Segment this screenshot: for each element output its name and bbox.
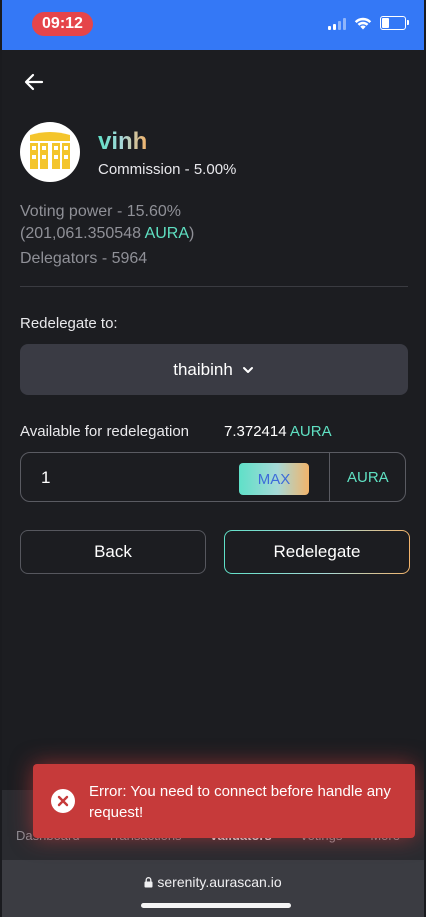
voting-power-value: (201,061.350548: [20, 225, 145, 242]
app-frame: 09:12 vinh Commission - 5.00% Voting pow…: [2, 0, 424, 917]
battery-icon: [380, 16, 409, 30]
voting-power-unit: AURA: [144, 225, 190, 242]
validator-select[interactable]: thaibinh: [20, 344, 408, 395]
voting-power-amount: (201,061.350548 AURA): [20, 225, 194, 243]
status-time: 09:12: [32, 12, 93, 36]
wifi-icon: [354, 17, 372, 30]
back-arrow-icon[interactable]: [22, 70, 46, 94]
available-value: 7.372414: [224, 423, 287, 440]
error-toast[interactable]: Error: You need to connect before handle…: [33, 764, 415, 838]
divider: [20, 286, 408, 287]
available-unit: AURA: [289, 423, 332, 440]
max-button[interactable]: MAX: [239, 463, 309, 495]
browser-url: serenity.aurascan.io: [2, 874, 424, 890]
voting-power-close: ): [189, 225, 195, 242]
back-button[interactable]: Back: [20, 530, 206, 574]
close-circle-icon: [51, 789, 75, 813]
amount-field: MAX AURA: [20, 452, 406, 502]
redelegate-to-label: Redelegate to:: [20, 315, 118, 332]
url-text: serenity.aurascan.io: [157, 874, 282, 890]
chevron-down-icon: [242, 366, 253, 373]
status-icons: [328, 16, 409, 30]
home-indicator: [141, 903, 291, 908]
selected-validator: thaibinh: [173, 359, 233, 379]
status-bar: 09:12: [2, 0, 424, 50]
amount-input[interactable]: [39, 467, 233, 489]
lock-icon: [144, 877, 153, 888]
available-amount: 7.372414 AURA: [224, 423, 332, 440]
validator-logo-icon: [30, 132, 70, 169]
amount-unit: AURA: [347, 469, 389, 486]
available-label: Available for redelegation: [20, 423, 190, 440]
validator-commission: Commission - 5.00%: [98, 161, 237, 178]
error-message: Error: You need to connect before handle…: [89, 783, 391, 821]
validator-name: vinh: [98, 128, 148, 155]
delegators-count: Delegators - 5964: [20, 250, 148, 267]
amount-separator: [329, 453, 330, 501]
browser-url-bar[interactable]: serenity.aurascan.io: [2, 860, 424, 917]
signal-icon: [328, 16, 346, 30]
validator-avatar: [20, 122, 80, 182]
voting-power: Voting power - 15.60%: [20, 203, 181, 220]
redelegate-button[interactable]: Redelegate: [224, 530, 410, 574]
